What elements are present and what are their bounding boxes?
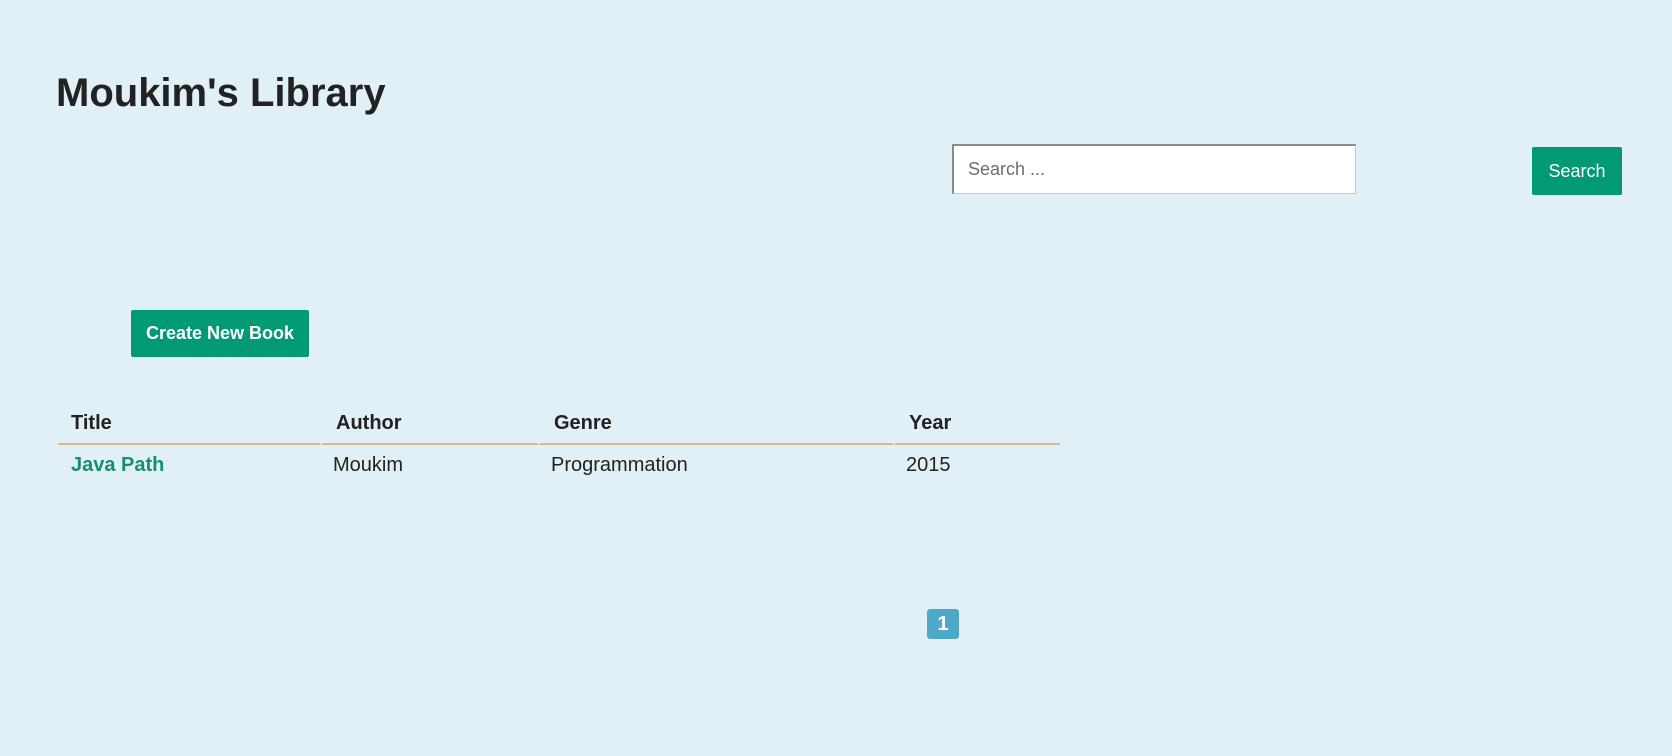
create-new-book-button[interactable]: Create New Book — [131, 310, 309, 357]
library-page: { "header": { "title": "Moukim's Library… — [0, 0, 1672, 756]
column-header-title: Title — [58, 406, 320, 445]
column-header-genre: Genre — [538, 406, 893, 445]
book-title-link[interactable]: Java Path — [71, 454, 164, 476]
search-button[interactable]: Search — [1532, 147, 1622, 195]
page-number-button[interactable]: 1 — [927, 609, 959, 639]
page-title: Moukim's Library — [56, 71, 386, 115]
table-body: Java Path Moukim Programmation 2015 — [58, 445, 1060, 485]
table-header: Title Author Genre Year — [58, 406, 1060, 445]
cell-year: 2015 — [906, 453, 951, 476]
column-header-author: Author — [320, 406, 538, 445]
search-input[interactable] — [952, 144, 1356, 194]
table-row: Java Path Moukim Programmation 2015 — [58, 445, 1060, 485]
table-header-row: Title Author Genre Year — [58, 406, 1060, 445]
books-table: Title Author Genre Year Java Path Moukim… — [58, 406, 1060, 485]
column-header-year: Year — [893, 406, 1060, 445]
cell-genre: Programmation — [551, 453, 688, 476]
cell-author: Moukim — [333, 453, 404, 476]
cell-title: Java Path — [58, 445, 320, 485]
pagination: 1 — [927, 609, 959, 639]
